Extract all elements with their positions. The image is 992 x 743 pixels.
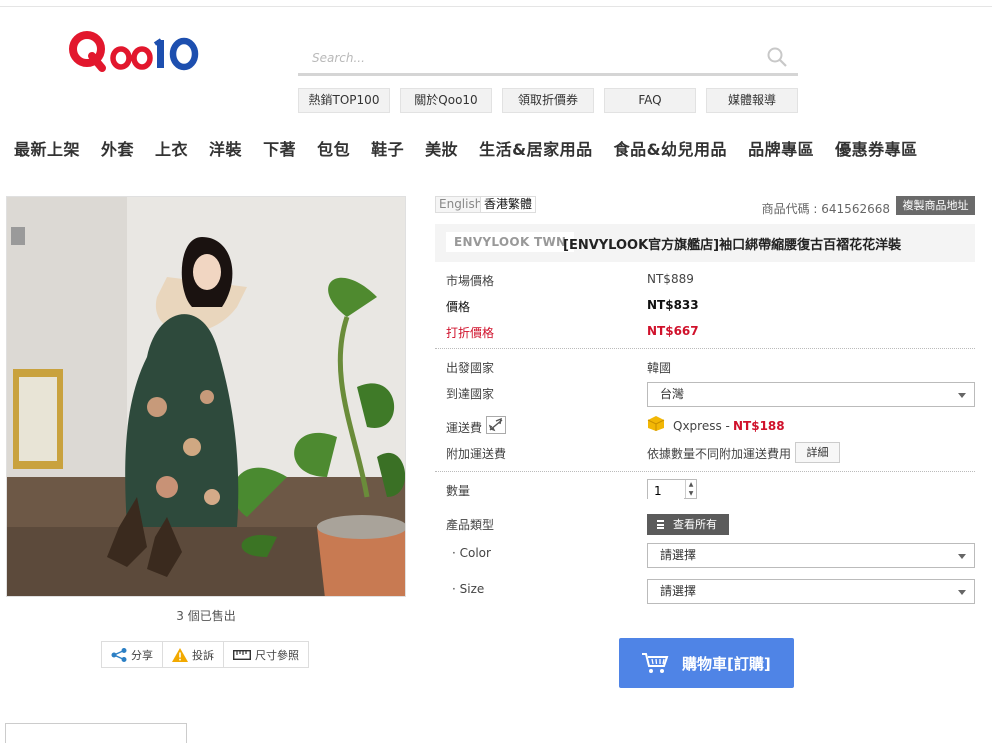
category-bottoms[interactable]: 下著 <box>263 136 296 160</box>
color-label: · Color <box>452 546 491 560</box>
warning-icon <box>172 647 188 662</box>
quantity-stepper: ▲ ▼ <box>647 479 697 500</box>
search-input[interactable] <box>312 48 752 68</box>
list-icon <box>657 520 664 529</box>
qoo10-logo[interactable] <box>68 26 208 76</box>
product-code: 商品代碼 : 641562668 <box>761 202 890 216</box>
product-title-bar: ENVYLOOK TWN [ENVYLOOK官方旗艦店]袖口綁帶縮腰復古百褶花花… <box>435 224 975 262</box>
discount-price-label: 打折價格 <box>446 326 495 340</box>
price: NT$833 <box>647 298 699 312</box>
category-bags[interactable]: 包包 <box>317 136 350 160</box>
size-guide-label: 尺寸參照 <box>255 648 299 662</box>
ruler-icon <box>233 649 251 660</box>
discount-price: NT$667 <box>647 324 699 338</box>
category-living[interactable]: 生活&居家用品 <box>479 136 592 160</box>
size-guide-button[interactable]: 尺寸參照 <box>224 642 308 667</box>
product-actions: 分享 投訴 尺寸參照 <box>101 641 309 668</box>
divider <box>435 471 975 472</box>
destination-label: 到達國家 <box>446 387 495 401</box>
chevron-down-icon <box>958 393 966 398</box>
category-beauty[interactable]: 美妝 <box>425 136 458 160</box>
top-divider <box>0 6 992 7</box>
destination-value: 台灣 <box>660 387 685 401</box>
cart-icon <box>642 653 669 673</box>
view-all-button[interactable]: 查看所有 <box>647 514 729 535</box>
product-title: [ENVYLOOK官方旗艦店]袖口綁帶縮腰復古百褶花花洋裝 <box>563 238 902 253</box>
category-new[interactable]: 最新上架 <box>14 136 80 160</box>
size-label: · Size <box>452 582 485 596</box>
add-to-cart-label: 購物車[訂購] <box>682 655 771 673</box>
search-bar <box>298 40 798 76</box>
quick-link-top100[interactable]: 熱銷TOP100 <box>298 88 390 113</box>
quick-link-about[interactable]: 關於Qoo10 <box>400 88 492 113</box>
category-tops[interactable]: 上衣 <box>155 136 188 160</box>
market-price-label: 市場價格 <box>446 274 495 288</box>
lang-hk-traditional[interactable]: 香港繁體 <box>480 196 537 213</box>
share-label: 分享 <box>131 648 153 662</box>
quantity-label: 數量 <box>446 484 471 498</box>
shipping-label: 運送費 <box>446 421 483 435</box>
quantity-input[interactable] <box>648 482 684 500</box>
quick-link-faq[interactable]: FAQ <box>604 88 696 113</box>
report-button[interactable]: 投訴 <box>163 642 224 667</box>
report-label: 投訴 <box>192 648 214 662</box>
view-all-label: 查看所有 <box>673 518 717 531</box>
airplane-icon <box>486 416 506 434</box>
category-nav: 最新上架 外套 上衣 洋裝 下著 包包 鞋子 美妝 生活&居家用品 食品&幼兒用… <box>14 136 939 160</box>
product-image[interactable] <box>6 196 406 597</box>
shipping-carrier: Qxpress - <box>673 419 730 433</box>
package-icon <box>647 416 665 431</box>
sold-count: 3 個已售出 <box>176 609 236 623</box>
chevron-down-icon <box>958 590 966 595</box>
category-coupons[interactable]: 優惠券專區 <box>835 136 918 160</box>
origin-value: 韓國 <box>647 361 672 375</box>
quantity-spinner[interactable]: ▲ ▼ <box>685 480 696 498</box>
shipping-detail-button[interactable]: 詳細 <box>795 442 840 463</box>
search-icon[interactable] <box>766 46 788 68</box>
quick-link-coupon[interactable]: 領取折價券 <box>502 88 594 113</box>
category-food-baby[interactable]: 食品&幼兒用品 <box>614 136 727 160</box>
quick-link-media[interactable]: 媒體報導 <box>706 88 798 113</box>
divider <box>435 348 975 349</box>
share-icon <box>111 647 127 662</box>
price-label: 價格 <box>446 300 471 314</box>
category-shoes[interactable]: 鞋子 <box>371 136 404 160</box>
destination-select[interactable]: 台灣 <box>647 382 975 407</box>
category-outer[interactable]: 外套 <box>101 136 134 160</box>
chevron-down-icon[interactable]: ▼ <box>686 489 696 498</box>
product-type-label: 產品類型 <box>446 518 495 532</box>
size-select-value: 請選擇 <box>660 584 697 598</box>
category-brands[interactable]: 品牌專區 <box>748 136 814 160</box>
chevron-up-icon[interactable]: ▲ <box>686 480 696 489</box>
share-button[interactable]: 分享 <box>102 642 163 667</box>
lang-english[interactable]: English <box>435 196 487 213</box>
size-select[interactable]: 請選擇 <box>647 579 975 604</box>
shipping-fee: NT$188 <box>733 419 785 433</box>
bottom-tab <box>5 723 187 743</box>
category-dresses[interactable]: 洋裝 <box>209 136 242 160</box>
color-select[interactable]: 請選擇 <box>647 543 975 568</box>
extra-shipping-label: 附加運送費 <box>446 447 507 461</box>
origin-label: 出發國家 <box>446 361 495 375</box>
color-select-value: 請選擇 <box>660 548 697 562</box>
extra-shipping-text: 依據數量不同附加運送費用 <box>647 447 792 461</box>
copy-url-button[interactable]: 複製商品地址 <box>896 196 975 215</box>
add-to-cart-button[interactable]: 購物車[訂購] <box>619 638 794 688</box>
seller-name[interactable]: ENVYLOOK TWN <box>446 232 575 252</box>
chevron-down-icon <box>958 554 966 559</box>
market-price: NT$889 <box>647 272 694 286</box>
